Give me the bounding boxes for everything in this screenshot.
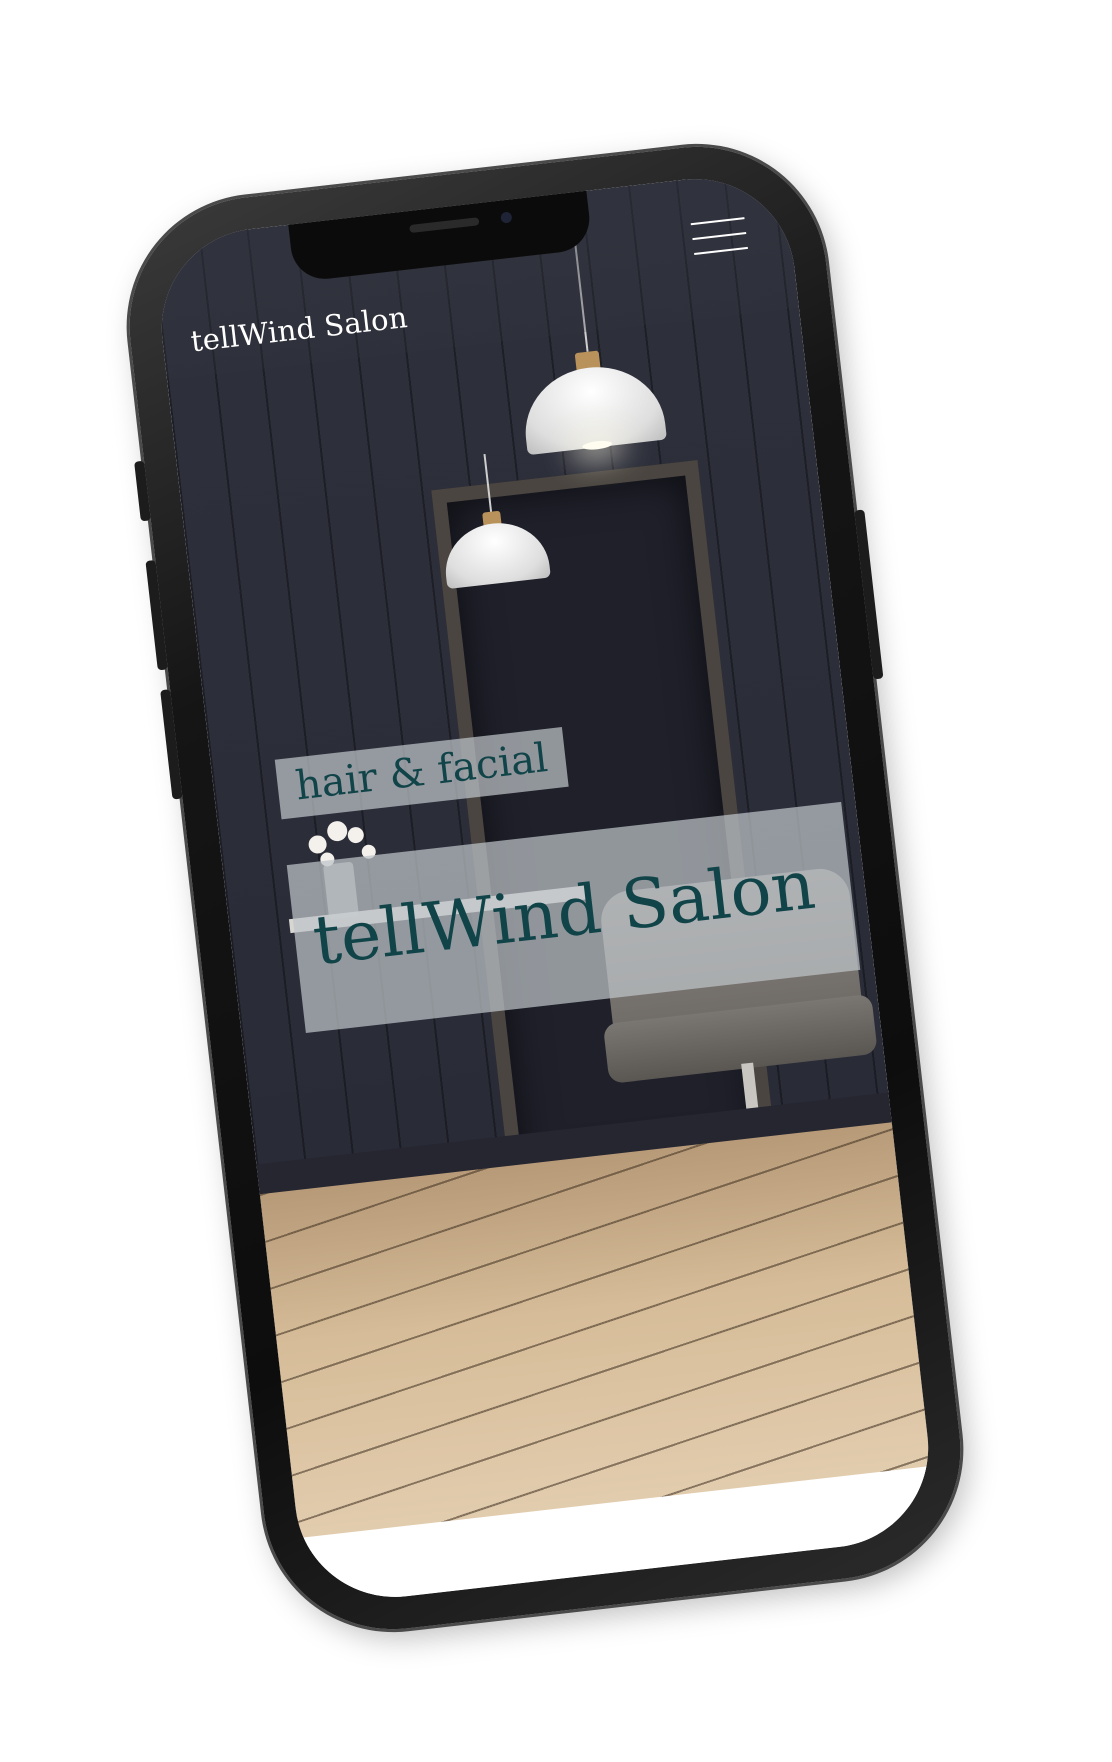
menu-line (690, 217, 745, 226)
front-camera (500, 211, 513, 224)
menu-line (692, 232, 747, 241)
canvas: tellWind Salon hair & facial tellWind Sa… (0, 0, 1112, 1762)
flower (346, 826, 365, 844)
phone-mockup: tellWind Salon hair & facial tellWind Sa… (115, 133, 975, 1643)
flower (326, 820, 349, 843)
power-button (854, 509, 884, 680)
volume-up-button (145, 559, 168, 671)
hamburger-menu-icon[interactable] (690, 213, 748, 259)
speaker-grille (409, 217, 480, 234)
flower (307, 834, 328, 855)
volume-down-button (160, 689, 183, 800)
menu-line (694, 246, 748, 256)
phone-screen: tellWind Salon hair & facial tellWind Sa… (151, 168, 939, 1608)
hero-title: tellWind Salon (309, 845, 819, 982)
mute-switch (134, 460, 151, 522)
